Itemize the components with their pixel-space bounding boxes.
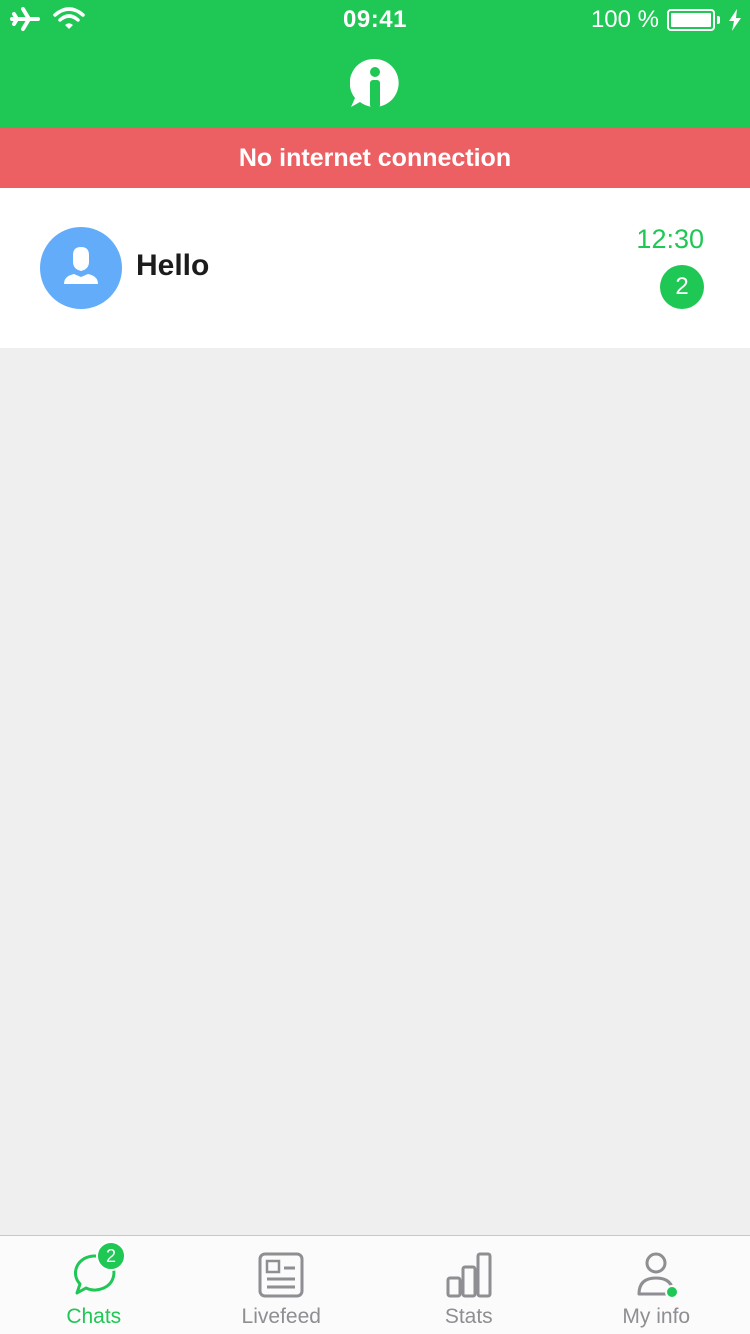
tab-livefeed[interactable]: Livefeed [188, 1236, 376, 1334]
tab-bar: 2 Chats Livefeed Stats My info [0, 1235, 750, 1334]
bar-chart-icon [446, 1252, 492, 1298]
tab-label: My info [622, 1305, 691, 1328]
chats-badge: 2 [96, 1241, 126, 1271]
info-chat-logo-icon [350, 58, 399, 108]
person-online-icon [637, 1252, 680, 1299]
tab-stats[interactable]: Stats [375, 1236, 563, 1334]
newspaper-icon [258, 1252, 304, 1298]
tab-label: Livefeed [241, 1305, 321, 1328]
unread-badge: 2 [660, 265, 704, 309]
chat-list-item[interactable]: Hello 12:30 2 [0, 188, 750, 348]
tab-my-info[interactable]: My info [563, 1236, 750, 1334]
chat-name: Hello [136, 249, 210, 282]
battery-tip [717, 16, 720, 24]
avatar [40, 227, 122, 309]
status-right: 100 % [591, 6, 742, 34]
status-bar: 09:41 100 % [0, 0, 750, 40]
tab-chats[interactable]: 2 Chats [0, 1236, 188, 1334]
chat-time: 12:30 [636, 224, 704, 254]
battery-percent: 100 % [590, 6, 659, 33]
charging-bolt-icon [729, 9, 741, 31]
offline-banner: No internet connection [0, 128, 750, 188]
tab-label: Chats [66, 1305, 122, 1328]
person-icon [64, 247, 98, 284]
app-header: 09:41 100 % [0, 0, 750, 128]
tab-label: Stats [444, 1305, 493, 1328]
battery-icon [667, 9, 715, 31]
